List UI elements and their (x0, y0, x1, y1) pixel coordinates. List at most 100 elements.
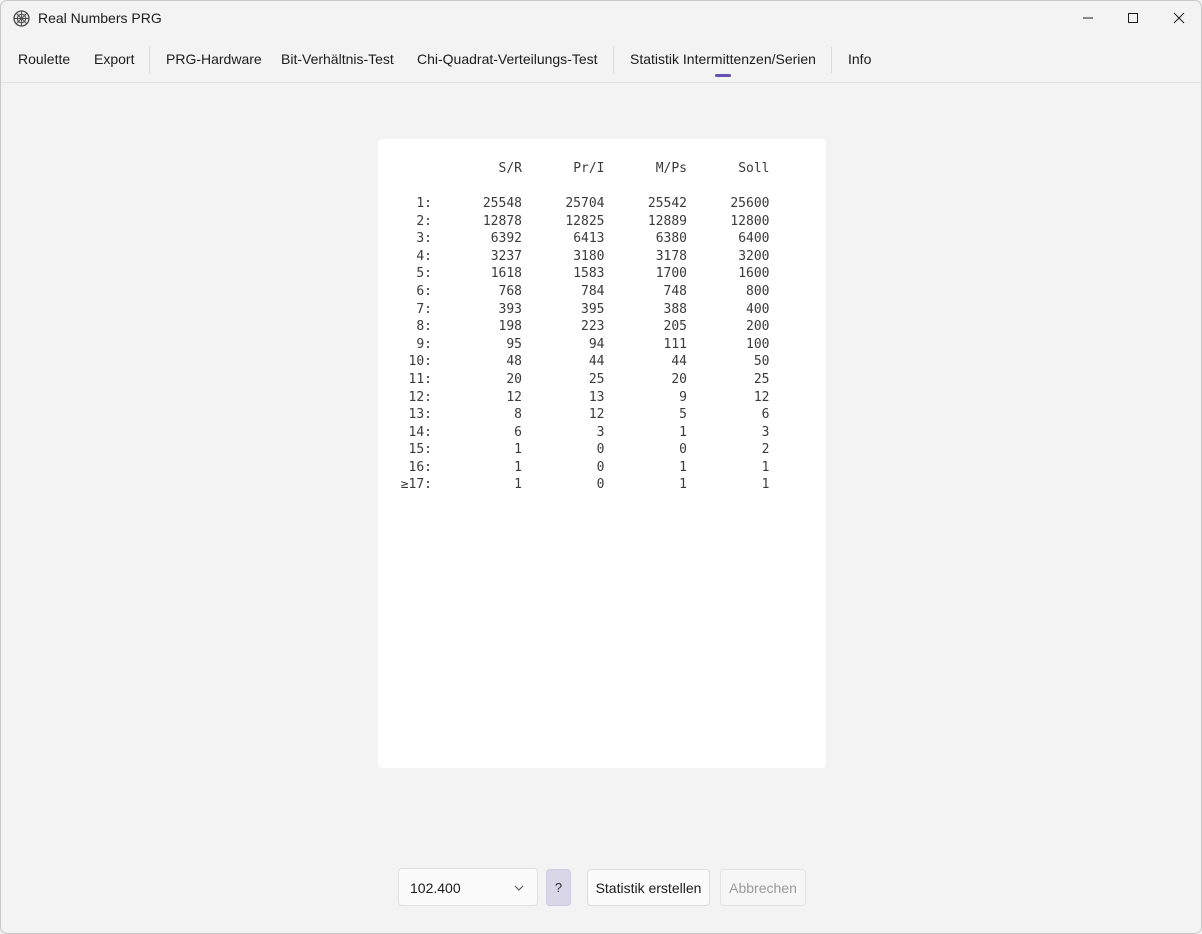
stats-cell: 12878 (482, 213, 522, 229)
stats-row: 7: 393 395 388 400 (398, 301, 769, 320)
stats-cell: 1 (679, 424, 687, 440)
stats-row-label: 9: (416, 336, 432, 352)
stats-cell: 25 (588, 371, 605, 387)
stats-cell: 198 (498, 319, 522, 335)
stats-cell: 100 (746, 336, 770, 352)
stats-cell: 3200 (738, 248, 770, 264)
stats-row-label: 4: (416, 248, 432, 264)
stats-row-label: 3: (416, 231, 432, 247)
stats-cell: 12 (588, 407, 605, 423)
tab-export[interactable]: Export (94, 51, 134, 67)
stats-header-cell: Pr/I (573, 161, 605, 176)
tab-roulette[interactable]: Roulette (18, 51, 70, 67)
stats-cell: 25600 (730, 195, 770, 211)
stats-cell: 1 (514, 477, 522, 493)
stats-cell: 200 (746, 319, 770, 335)
stats-cell: 9 (679, 389, 687, 405)
tab-prg-hardware[interactable]: PRG-Hardware (166, 51, 262, 67)
maximize-button[interactable] (1110, 1, 1156, 35)
stats-cell: 2 (761, 442, 770, 458)
stats-cell: 12 (506, 389, 522, 405)
stats-cell: 20 (506, 371, 522, 387)
stats-cell: 1618 (490, 266, 522, 282)
stats-row: 5: 1618 1583 1700 1600 (398, 266, 770, 284)
stats-row: 8: 198 223 205 200 (398, 319, 770, 337)
stats-cell: 6 (514, 424, 522, 440)
cancel-button[interactable]: Abbrechen (720, 869, 806, 906)
window-title: Real Numbers PRG (38, 10, 162, 26)
app-logo-icon (13, 10, 30, 27)
stats-cell: 6392 (490, 231, 522, 247)
tab-bar: Roulette Export PRG-Hardware Bit-Verhält… (1, 43, 1201, 77)
stats-cell: 12889 (647, 213, 687, 229)
stats-cell: 1583 (573, 266, 605, 282)
stats-cell: 0 (596, 442, 605, 458)
stats-row: 2: 12878 12825 12889 12800 (398, 213, 769, 232)
tab-bit-ratio-test[interactable]: Bit-Verhältnis-Test (281, 51, 394, 67)
maximize-icon (1128, 13, 1138, 23)
stats-header-cell: S/R (498, 161, 522, 176)
close-icon (1173, 12, 1185, 24)
stats-row: 13: 8 12 5 6 (398, 407, 770, 425)
tab-statistics-intermittence[interactable]: Statistik Intermittenzen/Serien (630, 51, 816, 67)
help-button[interactable]: ? (546, 869, 571, 906)
stats-row-label: 6: (416, 283, 432, 299)
stats-row: 3: 6392 6413 6380 6400 (398, 231, 769, 249)
stats-row-label: 16: (408, 459, 432, 475)
stats-cell: 6413 (573, 231, 605, 247)
tab-separator (149, 47, 150, 73)
create-statistics-button[interactable]: Statistik erstellen (587, 869, 710, 906)
stats-cell: 5 (679, 407, 687, 423)
stats-cell: 0 (596, 477, 605, 493)
stats-row-label: 14: (408, 424, 432, 440)
stats-cell: 395 (581, 301, 605, 317)
stats-cell: 0 (679, 442, 687, 458)
stats-cell: 1 (761, 459, 770, 475)
stats-header-cell (398, 161, 432, 179)
sample-count-value: 102.400 (410, 880, 461, 896)
stats-cell: 3180 (573, 248, 605, 264)
stats-cell: 8 (514, 407, 522, 423)
stats-cell: 3 (761, 424, 770, 440)
stats-cell: 0 (596, 459, 605, 475)
tab-chi-square-test[interactable]: Chi-Quadrat-Verteilungs-Test (417, 51, 598, 67)
minimize-button[interactable] (1065, 1, 1111, 35)
stats-row-label: 10: (408, 354, 432, 370)
stats-cell: 12825 (565, 213, 605, 229)
chevron-down-icon (514, 885, 524, 891)
stats-cell: 1 (514, 442, 522, 458)
stats-row-label: 5: (416, 266, 432, 282)
stats-row: ≥17: 1 0 1 1 (398, 477, 770, 495)
stats-row-label: 7: (416, 301, 432, 317)
tab-separator (831, 47, 832, 73)
stats-cell: 44 (671, 354, 687, 370)
stats-cell: 25 (753, 371, 770, 387)
selected-tab-indicator (715, 74, 731, 77)
stats-cell: 50 (753, 354, 770, 370)
stats-cell: 44 (588, 354, 605, 370)
stats-row: 12: 12 13 9 12 (398, 390, 770, 408)
close-button[interactable] (1156, 1, 1201, 35)
stats-row: 4: 3237 3180 3178 3200 (398, 248, 770, 267)
app-window: Real Numbers PRG Roulette Export PRG-Har… (0, 0, 1202, 934)
stats-cell: 1600 (738, 266, 770, 282)
stats-row: 11: 20 25 20 25 (398, 372, 770, 390)
stats-cell: 3178 (655, 248, 687, 264)
stats-row-label: 1: (416, 195, 432, 211)
stats-cell: 748 (663, 283, 687, 299)
stats-cell: 6 (761, 407, 770, 423)
stats-header-cell: M/Ps (655, 161, 687, 176)
stats-row: 9: 95 94 111 100 (398, 336, 770, 355)
tab-info[interactable]: Info (848, 51, 871, 67)
minimize-icon (1083, 17, 1093, 19)
stats-cell: 12 (753, 389, 770, 405)
stats-cell: 205 (663, 319, 687, 335)
sample-count-select[interactable]: 102.400 (398, 868, 538, 906)
stats-row: 1: 25548 25704 25542 25600 (398, 195, 770, 214)
stats-cell: 1 (679, 459, 687, 475)
stats-cell: 48 (506, 354, 522, 370)
stats-row: 16: 1 0 1 1 (398, 460, 770, 478)
stats-cell: 1 (679, 477, 687, 493)
title-bar[interactable]: Real Numbers PRG (1, 1, 1201, 35)
tab-divider (1, 82, 1201, 83)
